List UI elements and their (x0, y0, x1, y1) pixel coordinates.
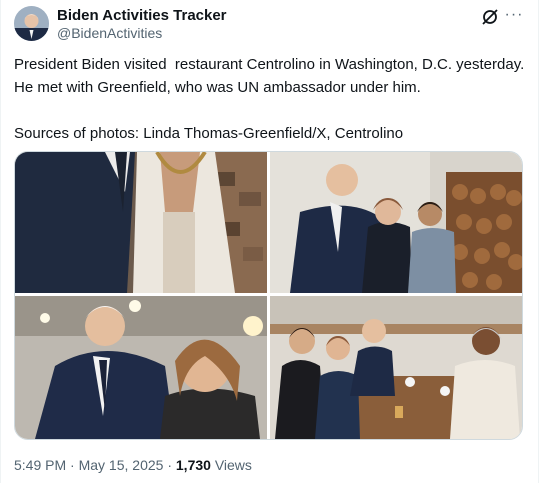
meta-separator: · (66, 457, 79, 473)
photo-biden-greenfield-closeup[interactable] (15, 152, 267, 293)
author-name[interactable]: Biden Activities Tracker (57, 7, 227, 24)
tweet-time[interactable]: 5:49 PM (14, 457, 66, 473)
media-grid (14, 151, 523, 440)
author-handle[interactable]: @BidenActivities (57, 25, 162, 41)
tweet-meta: 5:49 PM · May 15, 2025 · 1,730 Views (14, 457, 252, 473)
tweet-date[interactable]: May 15, 2025 (79, 457, 164, 473)
views-label: Views (210, 457, 252, 473)
views-count: 1,730 (175, 457, 211, 473)
left-border (0, 0, 1, 483)
photo-biden-hugging-woman[interactable] (15, 296, 267, 439)
tweet-text: President Biden visited restaurant Centr… (14, 56, 525, 142)
avatar[interactable] (14, 6, 49, 41)
photo-biden-table-group[interactable] (270, 296, 522, 439)
grok-icon[interactable] (479, 6, 501, 28)
more-icon[interactable]: ··· (503, 4, 525, 26)
photo-biden-with-staff[interactable] (270, 152, 522, 293)
meta-separator: · (163, 457, 176, 473)
right-border (538, 0, 539, 483)
